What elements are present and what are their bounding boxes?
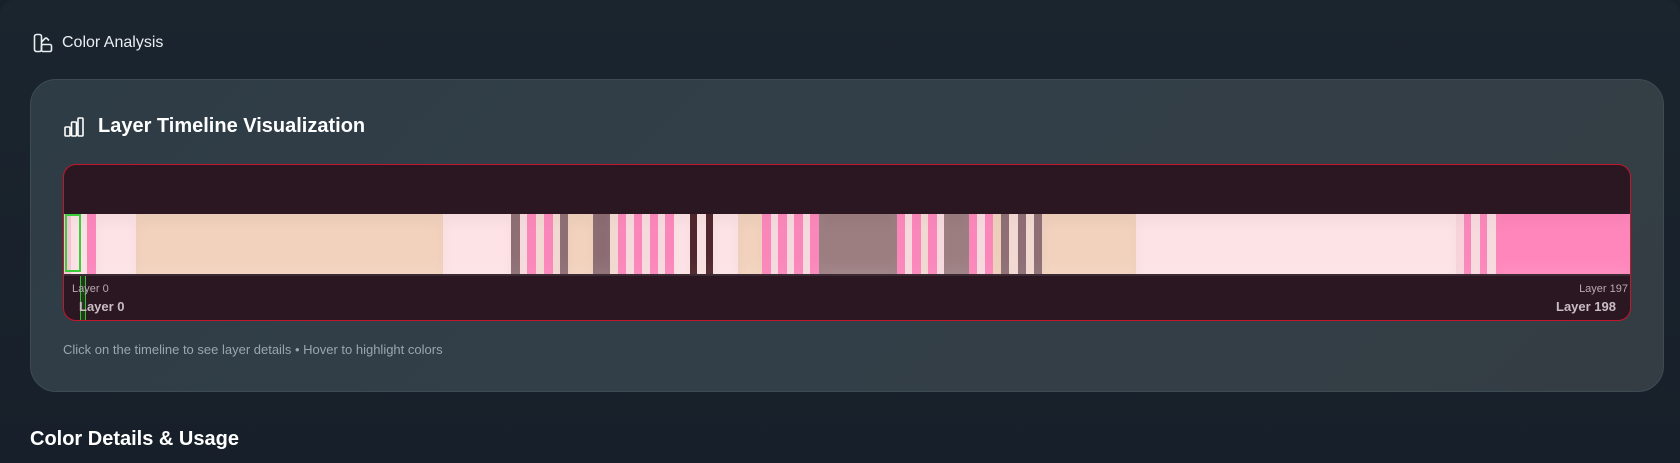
timeline-segment[interactable] (567, 214, 594, 274)
timeline-segment[interactable] (944, 214, 970, 274)
timeline-start-tick: Layer 0 (72, 283, 109, 295)
color-details-heading: Color Details & Usage (30, 428, 239, 450)
timeline-segment[interactable] (1042, 214, 1137, 274)
timeline-end-tick: Layer 197 (1579, 283, 1628, 295)
timeline-segment[interactable] (818, 214, 898, 274)
color-analysis-page: Color Analysis Layer Timeline Visualizat… (0, 0, 1680, 463)
timeline-segment[interactable] (136, 214, 444, 274)
timeline-segment[interactable] (1495, 214, 1630, 274)
layer-timeline[interactable]: Layer 0 Layer 197 Layer 0 Layer 198 (63, 164, 1631, 321)
section-title: Color Analysis (62, 34, 164, 51)
timeline-strip[interactable] (64, 214, 1630, 274)
range-start-label: Layer 0 (79, 299, 125, 314)
timeline-baseline (64, 274, 1630, 276)
timeline-segment[interactable] (674, 214, 691, 274)
timeline-segment[interactable] (71, 214, 88, 274)
timeline-segment[interactable] (713, 214, 739, 274)
card-header: Layer Timeline Visualization (63, 115, 365, 138)
timeline-segment[interactable] (593, 214, 611, 274)
bar-chart-icon (63, 116, 85, 138)
timeline-segment[interactable] (95, 214, 137, 274)
timeline-segment[interactable] (1136, 214, 1458, 274)
section-header: Color Analysis (32, 32, 163, 54)
timeline-hint: Click on the timeline to see layer detai… (63, 342, 443, 357)
palette-icon (32, 32, 54, 54)
range-end-label: Layer 198 (1556, 299, 1616, 314)
card-title: Layer Timeline Visualization (98, 115, 366, 137)
layer-timeline-card: Layer Timeline Visualization Layer 0 Lay… (30, 79, 1664, 392)
timeline-segment[interactable] (442, 214, 512, 274)
timeline-segment[interactable] (737, 214, 763, 274)
